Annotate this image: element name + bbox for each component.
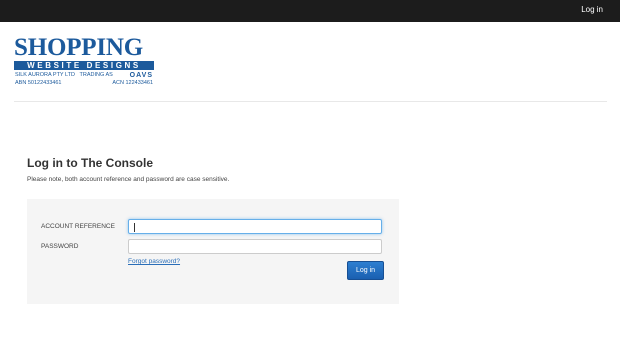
logo-trading-name: OAVS [129, 72, 153, 79]
logo-acn: ACN 122433461 [112, 80, 153, 86]
login-button[interactable]: Log in [347, 261, 384, 280]
case-sensitivity-note: Please note, both account reference and … [27, 176, 230, 183]
forgot-password-link[interactable]: Forgot password? [128, 258, 180, 265]
logo-company-line: SILK AURORA PTY LTD TRADING AS OAVS [15, 72, 155, 79]
logo[interactable]: SHOPPING WEBSITE DESIGNS SILK AURORA PTY… [14, 34, 156, 89]
text-cursor [134, 223, 135, 232]
logo-registration-line: ABN 50122433461 ACN 122433461 [15, 80, 155, 87]
account-reference-input[interactable] [128, 219, 382, 234]
logo-abn: ABN 50122433461 [15, 80, 62, 86]
logo-bar-text: WEBSITE DESIGNS [14, 61, 154, 70]
top-navbar: Log in [0, 0, 620, 22]
account-reference-label: ACCOUNT REFERENCE [41, 223, 115, 230]
logo-company-name: SILK AURORA PTY LTD [15, 72, 76, 78]
page-title: Log in to The Console [27, 156, 153, 170]
logo-trading-as: TRADING AS [79, 72, 113, 78]
login-form-panel: ACCOUNT REFERENCE PASSWORD Forgot passwo… [27, 199, 399, 304]
logo-title: SHOPPING [14, 34, 143, 61]
password-input[interactable] [128, 239, 382, 254]
password-label: PASSWORD [41, 243, 79, 250]
login-link[interactable]: Log in [581, 5, 603, 14]
header-divider [14, 101, 607, 102]
